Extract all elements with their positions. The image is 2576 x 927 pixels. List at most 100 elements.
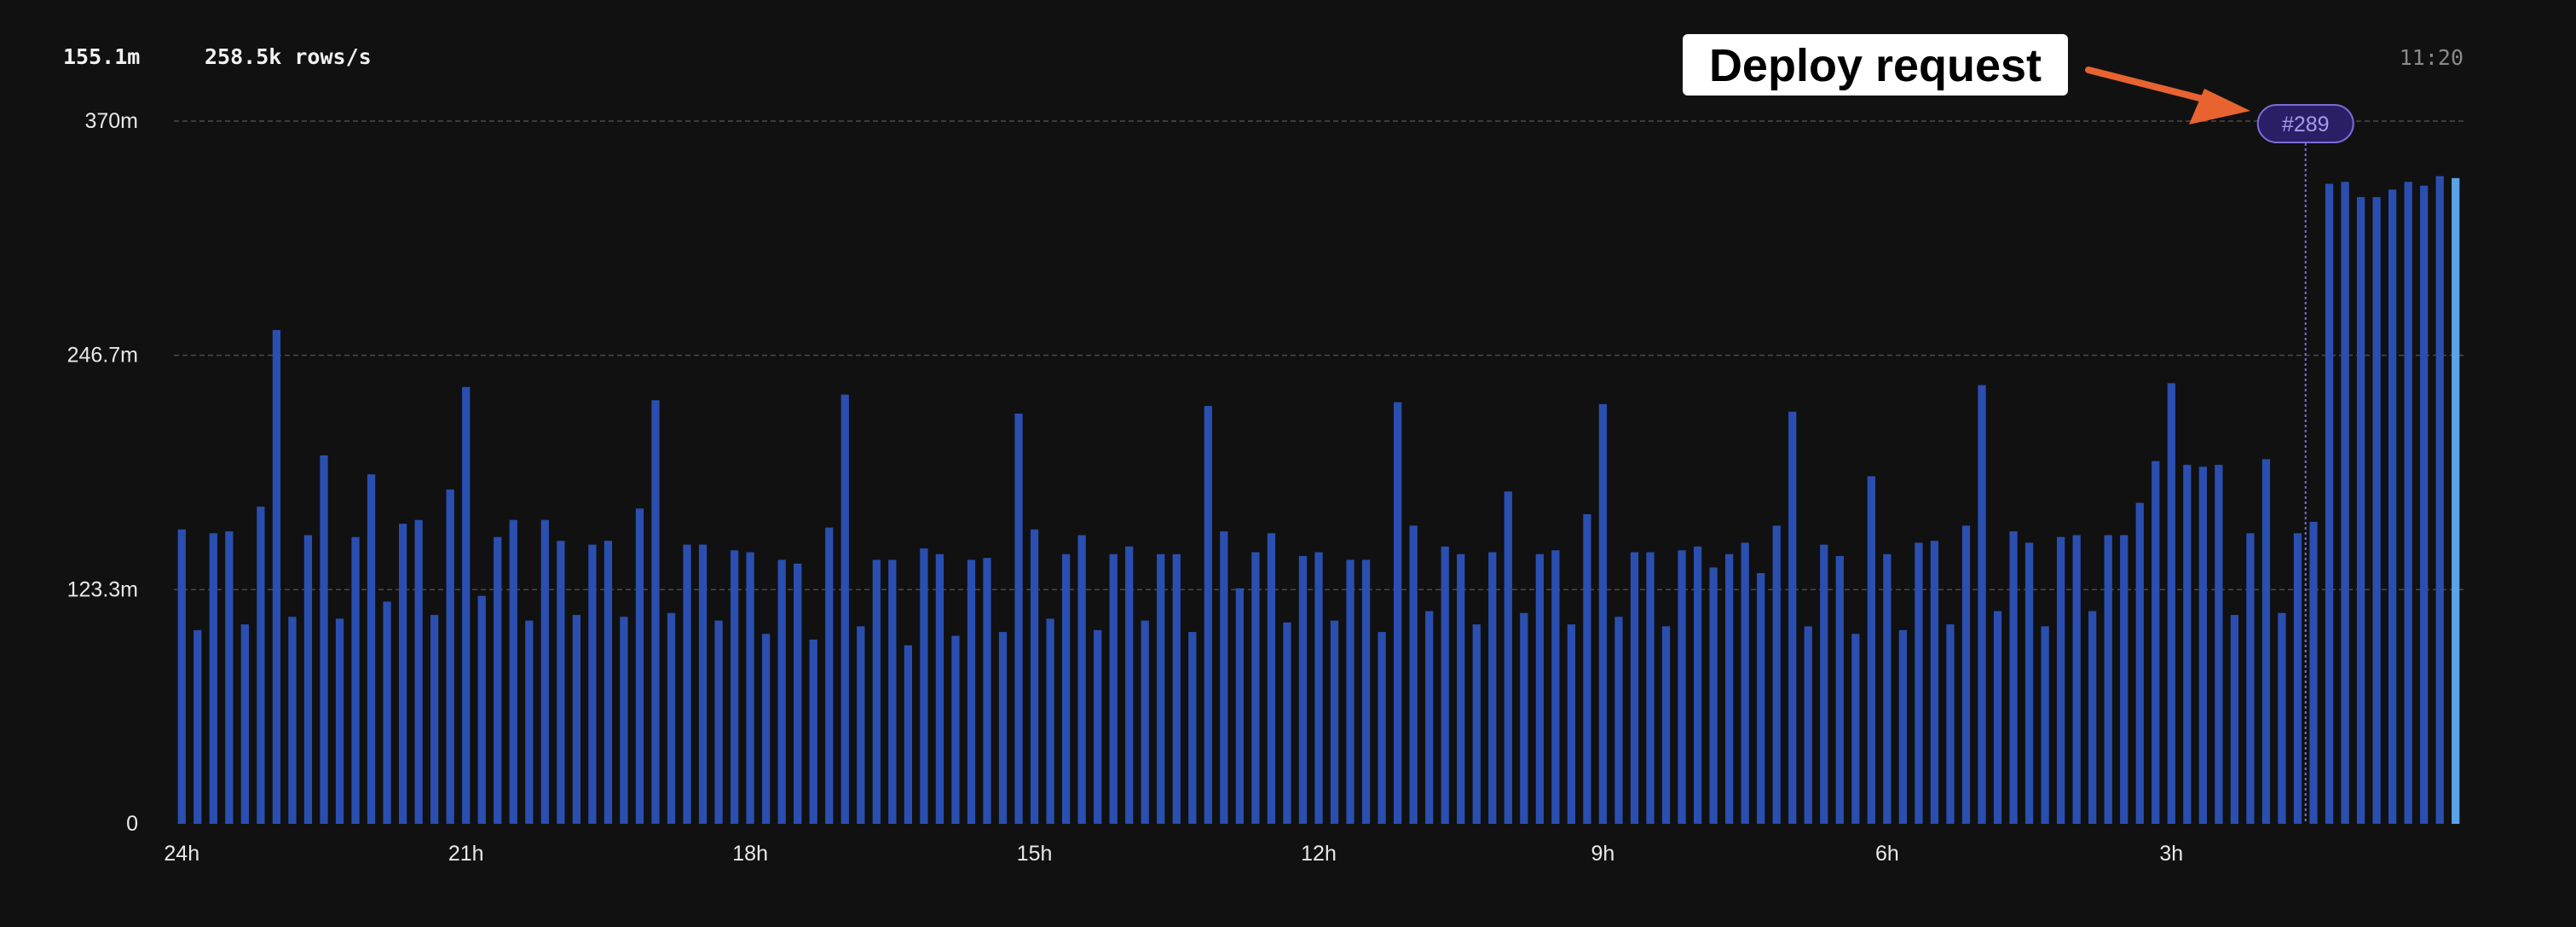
bar[interactable] (667, 612, 676, 824)
bar[interactable] (1409, 525, 1418, 824)
bar[interactable] (2198, 466, 2207, 824)
bar[interactable] (904, 645, 913, 824)
bar[interactable] (1961, 525, 1971, 824)
bar[interactable] (1867, 476, 1875, 824)
bar[interactable] (2072, 535, 2081, 824)
bar[interactable] (320, 455, 328, 824)
bar[interactable] (857, 626, 865, 824)
bar[interactable] (2183, 465, 2192, 824)
bar[interactable] (1425, 611, 1434, 824)
bar[interactable] (2024, 542, 2034, 824)
bar[interactable] (1046, 618, 1054, 824)
bar[interactable] (1361, 559, 1371, 824)
bar[interactable] (825, 527, 834, 824)
bar[interactable] (967, 559, 976, 824)
bar[interactable] (2341, 182, 2349, 824)
bar[interactable] (1678, 550, 1686, 824)
bar[interactable] (1457, 553, 1465, 824)
bar[interactable] (714, 620, 723, 824)
bar[interactable] (1598, 403, 1608, 824)
bar[interactable] (809, 639, 817, 824)
bar[interactable] (1993, 611, 2002, 824)
bar[interactable] (840, 394, 849, 824)
bar[interactable] (1693, 546, 1702, 824)
bar[interactable] (983, 558, 991, 824)
bar[interactable] (1267, 533, 1276, 824)
bar[interactable] (414, 519, 423, 824)
bar[interactable] (730, 550, 739, 824)
deploy-marker[interactable]: #289 (2256, 104, 2354, 824)
bar[interactable] (1788, 411, 1797, 824)
bar[interactable] (430, 615, 439, 824)
bar[interactable] (951, 635, 960, 824)
bar[interactable] (1298, 555, 1308, 824)
bar[interactable] (2420, 185, 2429, 824)
bar[interactable] (1141, 620, 1149, 824)
bar[interactable] (2151, 461, 2160, 824)
bar[interactable] (1346, 559, 1354, 824)
bar[interactable] (2261, 459, 2271, 824)
bar[interactable] (2372, 197, 2381, 825)
bar[interactable] (588, 544, 597, 824)
bar[interactable] (777, 559, 786, 824)
bar[interactable] (2309, 521, 2318, 824)
bar[interactable] (446, 490, 454, 824)
bar[interactable] (383, 601, 391, 824)
bar[interactable] (257, 507, 265, 824)
bar[interactable] (2009, 531, 2018, 824)
bar[interactable] (1930, 541, 1939, 824)
bar[interactable] (462, 386, 471, 824)
bar[interactable] (2246, 533, 2255, 824)
bar[interactable] (1157, 553, 1165, 824)
bar[interactable] (557, 541, 565, 824)
bar[interactable] (794, 563, 802, 824)
bar[interactable] (620, 617, 628, 824)
bar[interactable] (1551, 550, 1560, 824)
bar[interactable] (1915, 542, 1923, 824)
bar[interactable] (1820, 544, 1828, 824)
bar[interactable] (1709, 567, 1718, 824)
bar[interactable] (1504, 491, 1512, 824)
bar[interactable] (1109, 553, 1118, 824)
bar[interactable] (2388, 189, 2397, 824)
bar[interactable] (1188, 632, 1197, 824)
bar[interactable] (1235, 588, 1245, 824)
bar[interactable] (1835, 555, 1844, 824)
bar[interactable] (2088, 611, 2097, 824)
bar[interactable] (2325, 183, 2334, 825)
bar[interactable] (2452, 177, 2460, 825)
bar[interactable] (1378, 632, 1386, 824)
bar[interactable] (1014, 413, 1023, 824)
bar[interactable] (920, 548, 928, 824)
bar[interactable] (398, 524, 407, 824)
bar[interactable] (1614, 617, 1623, 824)
bar[interactable] (540, 519, 549, 824)
bar[interactable] (935, 553, 944, 824)
bar[interactable] (225, 531, 234, 824)
bar[interactable] (1804, 626, 1812, 824)
bar[interactable] (1077, 535, 1086, 824)
bar[interactable] (1251, 552, 1260, 824)
bar[interactable] (240, 624, 249, 824)
bar[interactable] (272, 329, 281, 824)
bar[interactable] (1741, 542, 1749, 824)
bar[interactable] (177, 529, 186, 824)
bar[interactable] (1125, 546, 1134, 824)
bar[interactable] (1757, 573, 1765, 824)
bar[interactable] (2435, 176, 2444, 824)
bar[interactable] (525, 620, 534, 824)
bar[interactable] (998, 632, 1008, 824)
bar[interactable] (635, 508, 644, 824)
bar[interactable] (1094, 629, 1102, 824)
bar[interactable] (2230, 615, 2239, 824)
bar[interactable] (1883, 553, 1892, 824)
bar[interactable] (888, 559, 897, 824)
bar[interactable] (698, 544, 708, 824)
bar[interactable] (1567, 624, 1576, 824)
bar[interactable] (1661, 626, 1671, 824)
bar[interactable] (303, 535, 313, 824)
bar[interactable] (477, 595, 486, 824)
bar[interactable] (509, 519, 517, 824)
bar[interactable] (2041, 626, 2049, 824)
bar[interactable] (335, 618, 344, 824)
